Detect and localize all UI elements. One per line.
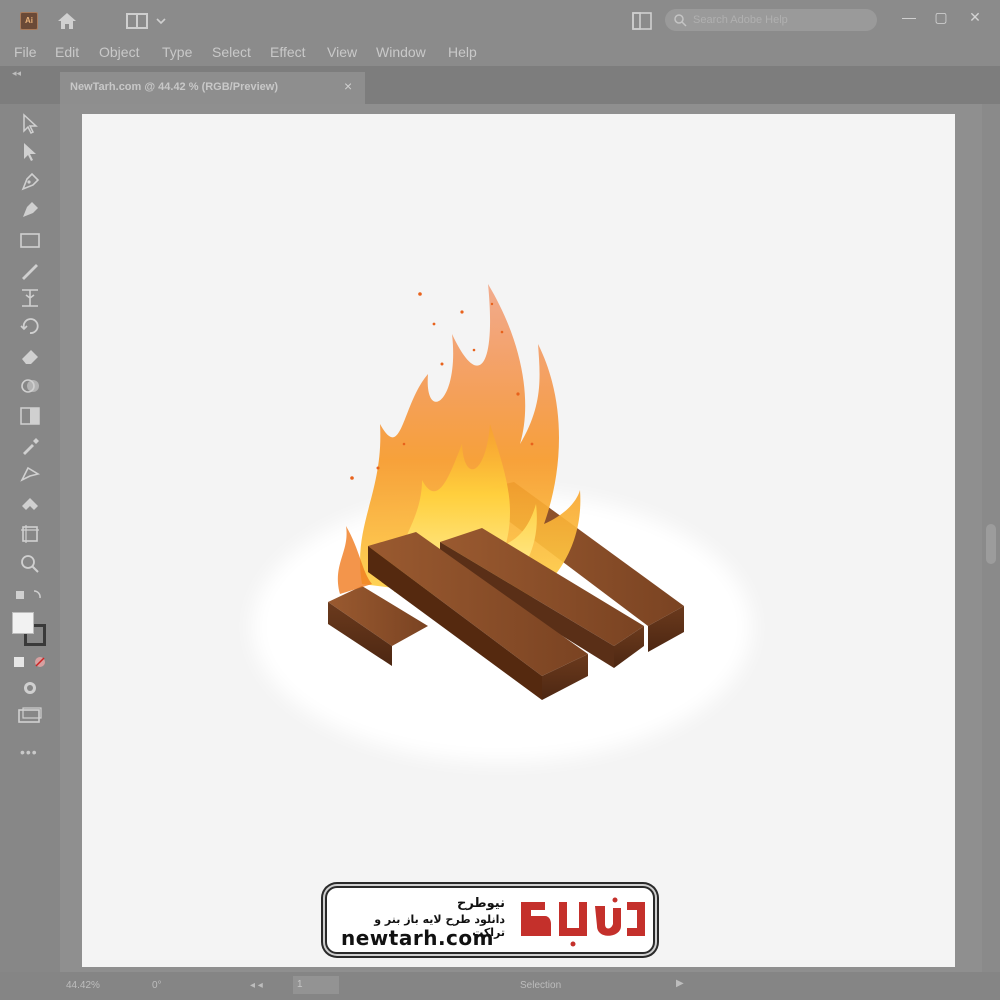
menu-object[interactable]: Object (99, 44, 139, 60)
minimize-button[interactable]: — (898, 6, 920, 28)
direct-selection-tool-icon[interactable] (18, 140, 42, 164)
home-icon (58, 13, 76, 29)
vertical-scrollbar[interactable] (982, 104, 1000, 972)
more-tools-icon[interactable]: ••• (20, 744, 38, 760)
pen-tool-icon[interactable] (18, 170, 42, 194)
fill-swatch[interactable] (12, 612, 34, 634)
search-input[interactable] (693, 11, 863, 29)
rectangle-tool-icon[interactable] (18, 228, 42, 252)
close-tab-icon[interactable]: × (344, 78, 352, 94)
menu-edit[interactable]: Edit (55, 44, 79, 60)
newtarh-watermark: نیوطرح دانلود طرح لایه باز بنر و تراکت n… (325, 886, 655, 954)
selection-tool-icon[interactable] (18, 112, 42, 136)
shape-builder-tool-icon[interactable] (18, 374, 42, 398)
menu-view[interactable]: View (327, 44, 357, 60)
document-tab[interactable]: NewTarh.com @ 44.42 % (RGB/Preview) × (60, 72, 365, 104)
canvas-area[interactable] (60, 104, 982, 972)
artboard-number[interactable]: 1 (293, 976, 339, 994)
zoom-tool-icon[interactable] (18, 552, 42, 576)
document-tab-bar: NewTarh.com @ 44.42 % (RGB/Preview) × (0, 66, 1000, 104)
eyedropper-tool-icon[interactable] (18, 434, 42, 458)
gradient-tool-icon[interactable] (18, 404, 42, 428)
workspace-icon (126, 13, 166, 29)
menu-window[interactable]: Window (376, 44, 426, 60)
swap-fill-stroke-icon[interactable] (14, 588, 44, 604)
menu-help[interactable]: Help (448, 44, 477, 60)
tools-panel: ◂◂ ••• (0, 68, 60, 972)
watermark-url: newtarh.com (341, 926, 494, 950)
menu-file[interactable]: File (14, 44, 37, 60)
newtarh-logo (521, 897, 645, 947)
color-mode-icon[interactable] (12, 654, 48, 670)
menu-bar: File Edit Object Type Select Effect View… (0, 40, 1000, 66)
artboard-nav-arrows[interactable]: ◂ ◂ (250, 980, 263, 991)
status-tool-name: Selection (520, 980, 562, 991)
menu-effect[interactable]: Effect (270, 44, 306, 60)
draw-mode-icon[interactable] (18, 678, 42, 698)
fill-stroke-swatches[interactable] (12, 612, 48, 648)
paintbrush-tool-icon[interactable] (18, 258, 42, 282)
rotate-tool-icon[interactable] (18, 314, 42, 338)
help-search[interactable] (665, 9, 877, 31)
document-tab-title: NewTarh.com @ 44.42 % (RGB/Preview) (70, 81, 278, 93)
home-button[interactable] (55, 9, 79, 33)
status-bar: 44.42% 0° ◂ ◂ 1 Selection ▶ (0, 972, 1000, 1000)
menu-type[interactable]: Type (162, 44, 192, 60)
search-icon (674, 14, 687, 27)
artboard-tool-icon[interactable] (18, 522, 42, 546)
close-window-button[interactable]: ✕ (964, 6, 986, 28)
maximize-button[interactable]: ▢ (930, 6, 952, 28)
arrange-documents-icon (632, 12, 652, 30)
watermark-title: نیوطرح (456, 896, 505, 911)
rotation-view[interactable]: 0° (152, 980, 162, 991)
blend-tool-icon[interactable] (18, 462, 42, 486)
eraser-tool-icon[interactable] (18, 344, 42, 368)
zoom-level[interactable]: 44.42% (66, 980, 100, 991)
width-tool-icon[interactable] (18, 286, 42, 310)
campfire-illustration[interactable] (292, 254, 722, 714)
toolbar-collapse-icon[interactable]: ◂◂ (12, 68, 21, 79)
arrange-documents-button[interactable] (630, 10, 654, 32)
workspace-switcher[interactable] (125, 11, 171, 31)
menu-select[interactable]: Select (212, 44, 251, 60)
play-icon[interactable]: ▶ (676, 978, 684, 989)
illustrator-logo: Ai (20, 12, 38, 30)
symbol-sprayer-tool-icon[interactable] (18, 492, 42, 516)
artboard[interactable] (82, 114, 955, 967)
scrollbar-thumb[interactable] (986, 524, 996, 564)
app-title-bar: Ai — ▢ ✕ (0, 0, 1000, 40)
curvature-tool-icon[interactable] (18, 198, 42, 222)
screen-mode-icon[interactable] (16, 706, 44, 726)
